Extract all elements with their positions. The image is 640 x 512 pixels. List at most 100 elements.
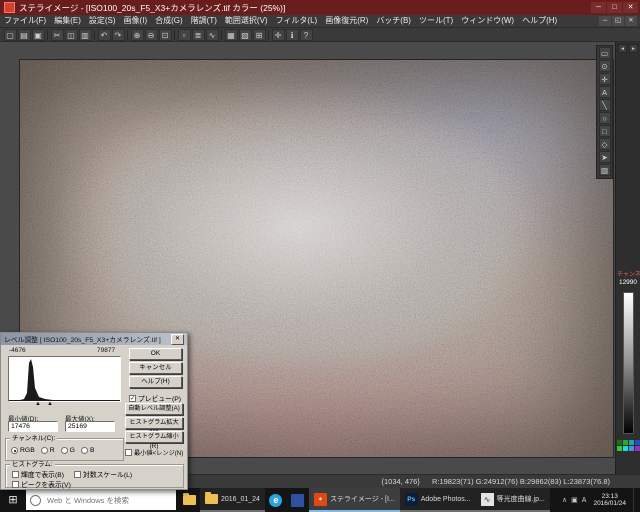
menu-selection[interactable]: 範囲選択(V)	[221, 15, 272, 27]
menu-help[interactable]: ヘルプ(H)	[518, 15, 561, 27]
taskbar-app-button[interactable]	[287, 488, 309, 512]
swatch[interactable]	[623, 446, 628, 451]
menu-edit[interactable]: 編集(E)	[50, 15, 85, 27]
radio-channel-g[interactable]	[60, 447, 68, 454]
file-new-icon[interactable]: ▢	[3, 28, 17, 41]
start-button[interactable]: ⊞	[0, 488, 26, 512]
panel-collapse-icon[interactable]: ◂	[618, 44, 627, 53]
menu-window[interactable]: ウィンドウ(W)	[457, 15, 518, 27]
line-tool-icon[interactable]: ╲	[598, 99, 611, 111]
taskbar-explorer-button[interactable]	[178, 488, 200, 512]
min-slider-handle[interactable]: ▲	[35, 401, 41, 407]
close-button[interactable]: ✕	[623, 2, 638, 13]
taskbar-window-photoshop[interactable]: Ps Adobe Photos...	[399, 488, 476, 512]
levels-icon[interactable]: ≣	[191, 28, 205, 41]
histogram-zoom-in-button[interactable]: ヒストグラム拡大(W)	[125, 417, 183, 436]
undo-icon[interactable]: ↶	[97, 28, 111, 41]
select-area-icon[interactable]: ▫	[177, 28, 191, 41]
search-input[interactable]	[45, 494, 167, 506]
file-open-icon[interactable]: ▤	[17, 28, 31, 41]
checkbox-luminance[interactable]	[12, 470, 19, 478]
menu-gradation[interactable]: 階調(T)	[187, 15, 221, 27]
radio-channel-r[interactable]	[40, 447, 48, 454]
menu-file[interactable]: ファイル(F)	[0, 15, 50, 27]
curves-icon[interactable]: ∿	[205, 28, 219, 41]
checkbox-showpeak[interactable]	[12, 480, 19, 488]
help-icon[interactable]: ?	[299, 28, 313, 41]
auto-level-button[interactable]: 自動レベル調整(A)	[125, 403, 183, 415]
select-tool-icon[interactable]: ▭	[598, 47, 611, 59]
tray-ime-icon[interactable]: A	[582, 497, 587, 504]
swatch[interactable]	[623, 440, 628, 445]
measure-icon[interactable]: ✛	[271, 28, 285, 41]
taskbar-clock[interactable]: 23:13 2016/01/24	[590, 493, 629, 508]
child-close-button[interactable]: ✕	[625, 16, 637, 26]
taskbar-search[interactable]	[26, 490, 176, 510]
taskbar-window-curve[interactable]: ∿ 等光度曲線.jp...	[475, 488, 550, 512]
pan-tool-icon[interactable]: ✛	[598, 73, 611, 85]
checkbox-logscale[interactable]	[74, 470, 82, 478]
rectangle-tool-icon[interactable]: □	[598, 125, 611, 137]
folder-icon	[182, 493, 196, 505]
tray-network-icon[interactable]: ▣	[571, 496, 578, 504]
menu-tools[interactable]: ツール(T)	[415, 15, 457, 27]
show-desktop-button[interactable]	[633, 488, 638, 512]
min-value-input[interactable]	[8, 421, 58, 432]
max-value-input[interactable]	[65, 421, 115, 432]
checkbox-preview[interactable]: ✓	[129, 394, 136, 402]
swatch[interactable]	[617, 440, 622, 445]
swatch[interactable]	[635, 440, 640, 445]
zoom-tool-icon[interactable]: ⊙	[598, 60, 611, 72]
copy-icon[interactable]: ◫	[64, 28, 78, 41]
menu-settings[interactable]: 設定(S)	[85, 15, 120, 27]
paste-icon[interactable]: ▥	[78, 28, 92, 41]
cut-icon[interactable]: ✂	[50, 28, 64, 41]
level-gradient-bar[interactable]	[623, 292, 634, 434]
taskbar-window-folder[interactable]: 2016_01_24	[200, 488, 265, 512]
menu-filter[interactable]: フィルタ(L)	[272, 15, 322, 27]
channels-icon[interactable]: ▧	[238, 28, 252, 41]
dialog-titlebar[interactable]: レベル調整 [ ISO100_20s_F5_X3+カメラレンズ.tif ] ✕	[1, 333, 187, 345]
menu-composite[interactable]: 合成(G)	[151, 15, 187, 27]
arrow-tool-icon[interactable]: ➤	[598, 151, 611, 163]
histogram-options-label: ヒストグラム:	[10, 461, 55, 468]
grid-icon[interactable]: ⊞	[252, 28, 266, 41]
redo-icon[interactable]: ↷	[111, 28, 125, 41]
child-minimize-button[interactable]: ─	[599, 16, 611, 26]
cancel-button[interactable]: キャンセル	[129, 362, 182, 374]
maximize-button[interactable]: □	[607, 2, 622, 13]
info-icon[interactable]: ℹ	[285, 28, 299, 41]
swatch[interactable]	[629, 440, 634, 445]
circle-tool-icon[interactable]: ○	[598, 112, 611, 124]
checkbox-min-range[interactable]	[125, 449, 132, 456]
polygon-tool-icon[interactable]: ◇	[598, 138, 611, 150]
menu-image[interactable]: 画像(I)	[120, 15, 152, 27]
minimize-button[interactable]: ─	[591, 2, 606, 13]
swatch[interactable]	[617, 446, 622, 451]
zoom-in-icon[interactable]: ⊕	[130, 28, 144, 41]
dialog-close-icon[interactable]: ✕	[171, 333, 184, 345]
swatch[interactable]	[629, 446, 634, 451]
max-slider-handle[interactable]: ▲	[47, 401, 53, 407]
panel-expand-icon[interactable]: ▸	[629, 44, 638, 53]
file-save-icon[interactable]: ▣	[31, 28, 45, 41]
taskbar-window-stellaimage[interactable]: ✶ ステライメージ - [I...	[308, 488, 400, 512]
swatch[interactable]	[635, 446, 640, 451]
ok-button[interactable]: OK	[129, 348, 182, 360]
toolbar-separator	[127, 29, 128, 40]
text-tool-icon[interactable]: A	[598, 86, 611, 98]
help-button[interactable]: ヘルプ(H)	[129, 376, 182, 388]
histogram-icon[interactable]: ▦	[224, 28, 238, 41]
radio-channel-b[interactable]	[80, 447, 88, 454]
histogram-zoom-out-button[interactable]: ヒストグラム縮小(R)	[125, 431, 183, 450]
tray-expand-icon[interactable]: ∧	[562, 496, 567, 504]
radio-channel-rgb[interactable]	[11, 447, 18, 454]
zoom-out-icon[interactable]: ⊖	[144, 28, 158, 41]
app-icon	[4, 2, 15, 13]
picker-tool-icon[interactable]: ▧	[598, 164, 611, 176]
taskbar-edge-button[interactable]: e	[265, 488, 287, 512]
child-restore-button[interactable]: ◱	[612, 16, 624, 26]
zoom-fit-icon[interactable]: ⊡	[158, 28, 172, 41]
menu-batch[interactable]: バッチ(B)	[372, 15, 415, 27]
menu-restore[interactable]: 画像復元(R)	[321, 15, 372, 27]
